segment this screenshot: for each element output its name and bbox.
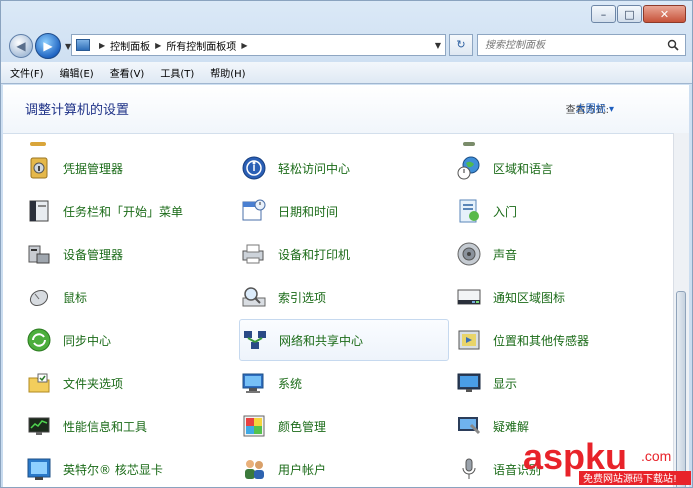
printer-icon	[240, 240, 268, 268]
breadcrumb-all-items[interactable]: 所有控制面板项	[166, 38, 236, 53]
device-manager-icon	[25, 240, 53, 268]
microphone-icon	[455, 455, 483, 483]
partial-item-icon	[28, 133, 48, 146]
item-device-manager[interactable]: 设备管理器	[25, 237, 123, 271]
globe-clock-icon	[455, 154, 483, 182]
notification-area-icon	[455, 283, 483, 311]
monitor-icon	[455, 369, 483, 397]
watermark-tagline: 免费网站源码下载站!	[583, 472, 677, 485]
view-by-dropdown[interactable]: 大图标 ▾	[576, 100, 614, 115]
chevron-right-icon[interactable]: ▶	[155, 41, 161, 50]
menu-file[interactable]: 文件(F)	[1, 65, 51, 80]
search-box[interactable]	[477, 34, 686, 56]
item-notification-icons[interactable]: 通知区域图标	[455, 280, 565, 314]
item-system[interactable]: 系统	[240, 366, 302, 400]
address-dropdown-icon[interactable]: ▼	[435, 41, 441, 50]
credential-manager-icon	[25, 154, 53, 182]
sync-center-icon	[25, 326, 53, 354]
caption-buttons: – □ ✕	[590, 5, 686, 23]
item-user-accounts[interactable]: 用户帐户	[240, 452, 326, 486]
taskbar-icon	[25, 197, 53, 225]
content-pane: 调整计算机的设置 查看方式: 大图标 ▾ 凭据管理器 任务栏和「开始」菜单 设备…	[3, 85, 689, 487]
chevron-right-icon[interactable]: ▶	[99, 41, 105, 50]
item-location-sensors[interactable]: 位置和其他传感器	[455, 323, 589, 357]
refresh-button[interactable]: ↻	[449, 34, 473, 56]
menu-help[interactable]: 帮助(H)	[201, 65, 252, 80]
menu-bar: 文件(F) 编辑(E) 查看(V) 工具(T) 帮助(H)	[1, 62, 692, 84]
chevron-right-icon[interactable]: ▶	[241, 41, 247, 50]
watermark-brand: aspku	[523, 436, 627, 477]
item-region-language[interactable]: 区域和语言	[455, 151, 553, 185]
troubleshooting-icon	[455, 412, 483, 440]
control-panel-window: – □ ✕ ◀ ▶ ▼ ▶ 控制面板 ▶ 所有控制面板项 ▶ ▼ ↻ 文件(F)…	[0, 0, 693, 488]
partial-item-icon	[459, 133, 479, 146]
performance-icon	[25, 412, 53, 440]
breadcrumb-control-panel[interactable]: 控制面板	[110, 38, 150, 53]
forward-button[interactable]: ▶	[35, 33, 61, 59]
item-indexing-options[interactable]: 索引选项	[240, 280, 326, 314]
item-devices-printers[interactable]: 设备和打印机	[240, 237, 350, 271]
search-input[interactable]	[478, 38, 657, 52]
menu-view[interactable]: 查看(V)	[101, 65, 152, 80]
item-performance-info[interactable]: 性能信息和工具	[25, 409, 147, 443]
item-ease-of-access[interactable]: 轻松访问中心	[240, 151, 350, 185]
watermark-logo: aspku .com 免费网站源码下载站!	[523, 431, 691, 487]
item-credential-manager[interactable]: 凭据管理器	[25, 151, 123, 185]
search-icon[interactable]	[667, 39, 679, 51]
mouse-icon	[25, 283, 53, 311]
item-folder-options[interactable]: 文件夹选项	[25, 366, 123, 400]
speaker-icon	[455, 240, 483, 268]
item-network-sharing-center[interactable]: 网络和共享中心	[239, 319, 449, 361]
folder-options-icon	[25, 369, 53, 397]
getting-started-icon	[455, 197, 483, 225]
color-management-icon	[240, 412, 268, 440]
location-sensor-icon	[455, 326, 483, 354]
content-header: 调整计算机的设置 查看方式: 大图标 ▾	[3, 85, 689, 134]
magnifier-icon	[240, 283, 268, 311]
item-sync-center[interactable]: 同步中心	[25, 323, 111, 357]
calendar-clock-icon	[240, 197, 268, 225]
users-icon	[240, 455, 268, 483]
watermark-domain: .com	[641, 448, 671, 464]
item-date-time[interactable]: 日期和时间	[240, 194, 338, 228]
item-intel-graphics[interactable]: 英特尔® 核芯显卡	[25, 452, 163, 486]
minimize-button[interactable]: –	[591, 5, 616, 23]
menu-tools[interactable]: 工具(T)	[151, 65, 201, 80]
item-color-management[interactable]: 颜色管理	[240, 409, 326, 443]
ease-of-access-icon	[240, 154, 268, 182]
item-getting-started[interactable]: 入门	[455, 194, 517, 228]
maximize-button[interactable]: □	[617, 5, 642, 23]
close-button[interactable]: ✕	[643, 5, 686, 23]
control-panel-icon	[76, 39, 90, 51]
item-troubleshooting[interactable]: 疑难解	[455, 409, 529, 443]
address-bar[interactable]: ▶ 控制面板 ▶ 所有控制面板项 ▶ ▼	[71, 34, 446, 56]
network-icon	[241, 326, 269, 354]
intel-graphics-icon	[25, 455, 53, 483]
item-sound[interactable]: 声音	[455, 237, 517, 271]
system-icon	[240, 369, 268, 397]
navigation-buttons: ◀ ▶ ▼	[9, 33, 71, 59]
item-taskbar-start-menu[interactable]: 任务栏和「开始」菜单	[25, 194, 183, 228]
page-title: 调整计算机的设置	[25, 103, 130, 118]
menu-edit[interactable]: 编辑(E)	[51, 65, 101, 80]
item-mouse[interactable]: 鼠标	[25, 280, 87, 314]
back-button[interactable]: ◀	[9, 34, 33, 58]
item-display[interactable]: 显示	[455, 366, 517, 400]
